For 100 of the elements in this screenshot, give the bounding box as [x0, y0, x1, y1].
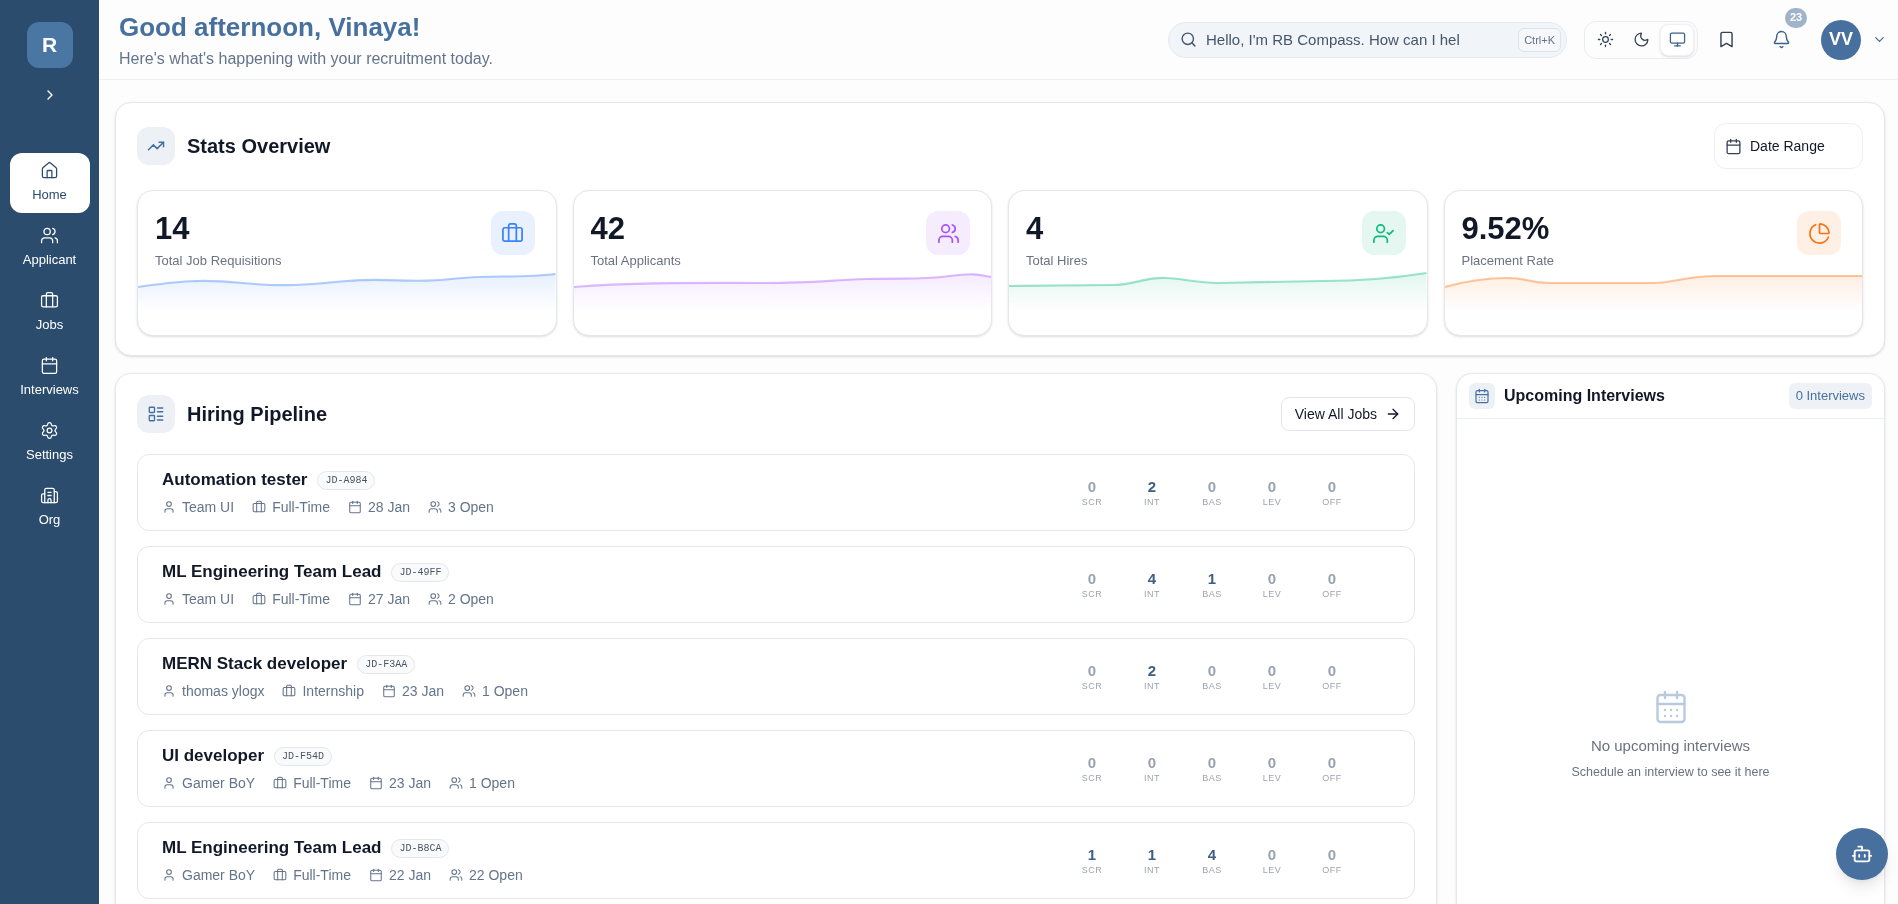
- job-code: JD-F54D: [274, 746, 333, 766]
- stage-count: 0: [1327, 569, 1337, 588]
- job-row[interactable]: ML Engineering Team Lead JD-49FF Team UI Full-Time 27 Jan 2 Open 0 SCR 4 INT 1 BAS 0 LEV 0 OFF: [137, 546, 1415, 623]
- users-icon: [428, 592, 442, 606]
- job-type: Full-Time: [293, 865, 351, 885]
- briefcase-icon: [282, 684, 297, 698]
- users-icon: [40, 226, 59, 246]
- stage-count: 2: [1147, 477, 1157, 496]
- stage-count: 0: [1327, 477, 1337, 496]
- stage-label: OFF: [1322, 772, 1342, 784]
- job-row[interactable]: MERN Stack developer JD-F3AA thomas ylogx Internship 23 Jan 1 Open 0 SCR 2 INT 0 BAS 0 LEV 0 OFF: [137, 638, 1415, 715]
- briefcase-icon: [252, 592, 267, 606]
- job-row[interactable]: UI developer JD-F54D Gamer BoY Full-Time 23 Jan 1 Open 0 SCR 0 INT 0 BAS 0 LEV 0 OFF: [137, 730, 1415, 807]
- person-icon: [162, 868, 176, 882]
- stage-label: INT: [1144, 772, 1160, 784]
- user-avatar[interactable]: VV: [1821, 19, 1861, 60]
- stage-label: LEV: [1262, 772, 1282, 784]
- stage-count: 0: [1087, 753, 1097, 772]
- stage-count: 0: [1087, 569, 1097, 588]
- theme-button[interactable]: [1660, 23, 1694, 56]
- moon-icon: [1632, 31, 1650, 48]
- job-title: ML Engineering Team Lead: [162, 561, 382, 584]
- stage-count: 1: [1087, 845, 1097, 864]
- person-icon: [162, 500, 176, 514]
- robot-icon: [1851, 843, 1873, 865]
- stage-label: SCR: [1081, 680, 1103, 692]
- stage-label: BAS: [1202, 588, 1222, 600]
- stat-value: 42: [590, 211, 626, 247]
- job-title: MERN Stack developer: [162, 653, 348, 676]
- stage-count: 0: [1267, 845, 1277, 864]
- stage-count: 4: [1147, 569, 1157, 588]
- stage-count: 1: [1207, 569, 1217, 588]
- briefcase-icon: [273, 868, 288, 882]
- openings-count: 1 Open: [469, 773, 515, 793]
- list-icon: [137, 395, 175, 433]
- stat-label: Total Hires: [1026, 253, 1088, 269]
- job-row[interactable]: Automation tester JD-A984 Team UI Full-Time 28 Jan 3 Open 0 SCR 2 INT 0 BAS 0 LEV 0 OFF: [137, 454, 1415, 531]
- openings-count: 1 Open: [482, 681, 528, 701]
- stage-count: 0: [1267, 477, 1277, 496]
- nav-item[interactable]: Applicant: [9, 218, 90, 278]
- stage-count: 0: [1087, 477, 1097, 496]
- job-owner: Team UI: [182, 589, 235, 609]
- nav-item[interactable]: Jobs: [9, 283, 90, 343]
- stage-label: SCR: [1081, 588, 1103, 600]
- stage-label: LEV: [1262, 680, 1282, 692]
- nav-item[interactable]: Org: [9, 478, 90, 538]
- stage-count: 0: [1207, 477, 1217, 496]
- nav-item[interactable]: Interviews: [9, 348, 90, 408]
- panel-title: Upcoming Interviews: [1504, 386, 1665, 406]
- settings-icon: [40, 421, 59, 441]
- job-code: JD-A984: [317, 470, 376, 490]
- stage-label: BAS: [1202, 864, 1222, 876]
- stage-label: SCR: [1081, 864, 1103, 876]
- job-type: Full-Time: [272, 589, 330, 609]
- stage-label: BAS: [1202, 772, 1222, 784]
- job-owner: Gamer BoY: [182, 773, 256, 793]
- openings-count: 22 Open: [469, 865, 523, 885]
- stage-label: LEV: [1262, 588, 1282, 600]
- view-all-jobs-button[interactable]: View All Jobs: [1280, 397, 1415, 431]
- stage-count: 0: [1267, 569, 1277, 588]
- stage-label: INT: [1144, 496, 1160, 508]
- stage-label: SCR: [1081, 496, 1103, 508]
- monitor-icon: [1668, 31, 1686, 48]
- building-icon: [40, 486, 59, 506]
- job-owner: thomas ylogx: [182, 681, 265, 701]
- stat-label: Total Job Requisitions: [155, 253, 282, 269]
- stage-label: INT: [1144, 864, 1160, 876]
- arrow-right-icon: [1385, 406, 1401, 422]
- posted-date: 23 Jan: [401, 681, 444, 701]
- stage-count: 2: [1147, 661, 1157, 680]
- notification-badge: 23: [1785, 7, 1807, 28]
- calendar-icon: [1469, 383, 1495, 409]
- job-code: JD-F3AA: [357, 654, 416, 674]
- stage-count: 1: [1147, 845, 1157, 864]
- posted-date: 22 Jan: [388, 865, 431, 885]
- stage-count: 0: [1147, 753, 1157, 772]
- job-owner: Team UI: [182, 497, 235, 517]
- stat-label: Placement Rate: [1461, 253, 1554, 269]
- stage-count: 0: [1087, 661, 1097, 680]
- stage-label: OFF: [1322, 680, 1342, 692]
- person-icon: [162, 776, 176, 790]
- stage-label: LEV: [1262, 496, 1282, 508]
- app-logo[interactable]: R: [26, 22, 73, 68]
- stage-label: OFF: [1322, 864, 1342, 876]
- nav-item[interactable]: Settings: [9, 413, 90, 473]
- person-icon: [162, 684, 176, 698]
- users-icon: [449, 868, 463, 882]
- job-type: Internship: [302, 681, 364, 701]
- briefcase-icon: [273, 776, 288, 790]
- date-range-button[interactable]: Date Range: [1714, 123, 1863, 169]
- calendar-icon: [381, 684, 396, 698]
- nav-item[interactable]: Home: [9, 153, 90, 213]
- job-code: JD-B8CA: [391, 838, 450, 858]
- job-type: Full-Time: [272, 497, 330, 517]
- trending-up-icon: [137, 127, 175, 165]
- stage-count: 4: [1207, 845, 1217, 864]
- job-row[interactable]: ML Engineering Team Lead JD-B8CA Gamer BoY Full-Time 22 Jan 22 Open 1 SCR 1 INT 4 BAS 0 LEV 0 OFF: [137, 822, 1415, 899]
- stage-count: 0: [1207, 661, 1217, 680]
- stage-label: BAS: [1202, 680, 1222, 692]
- job-owner: Gamer BoY: [182, 865, 256, 885]
